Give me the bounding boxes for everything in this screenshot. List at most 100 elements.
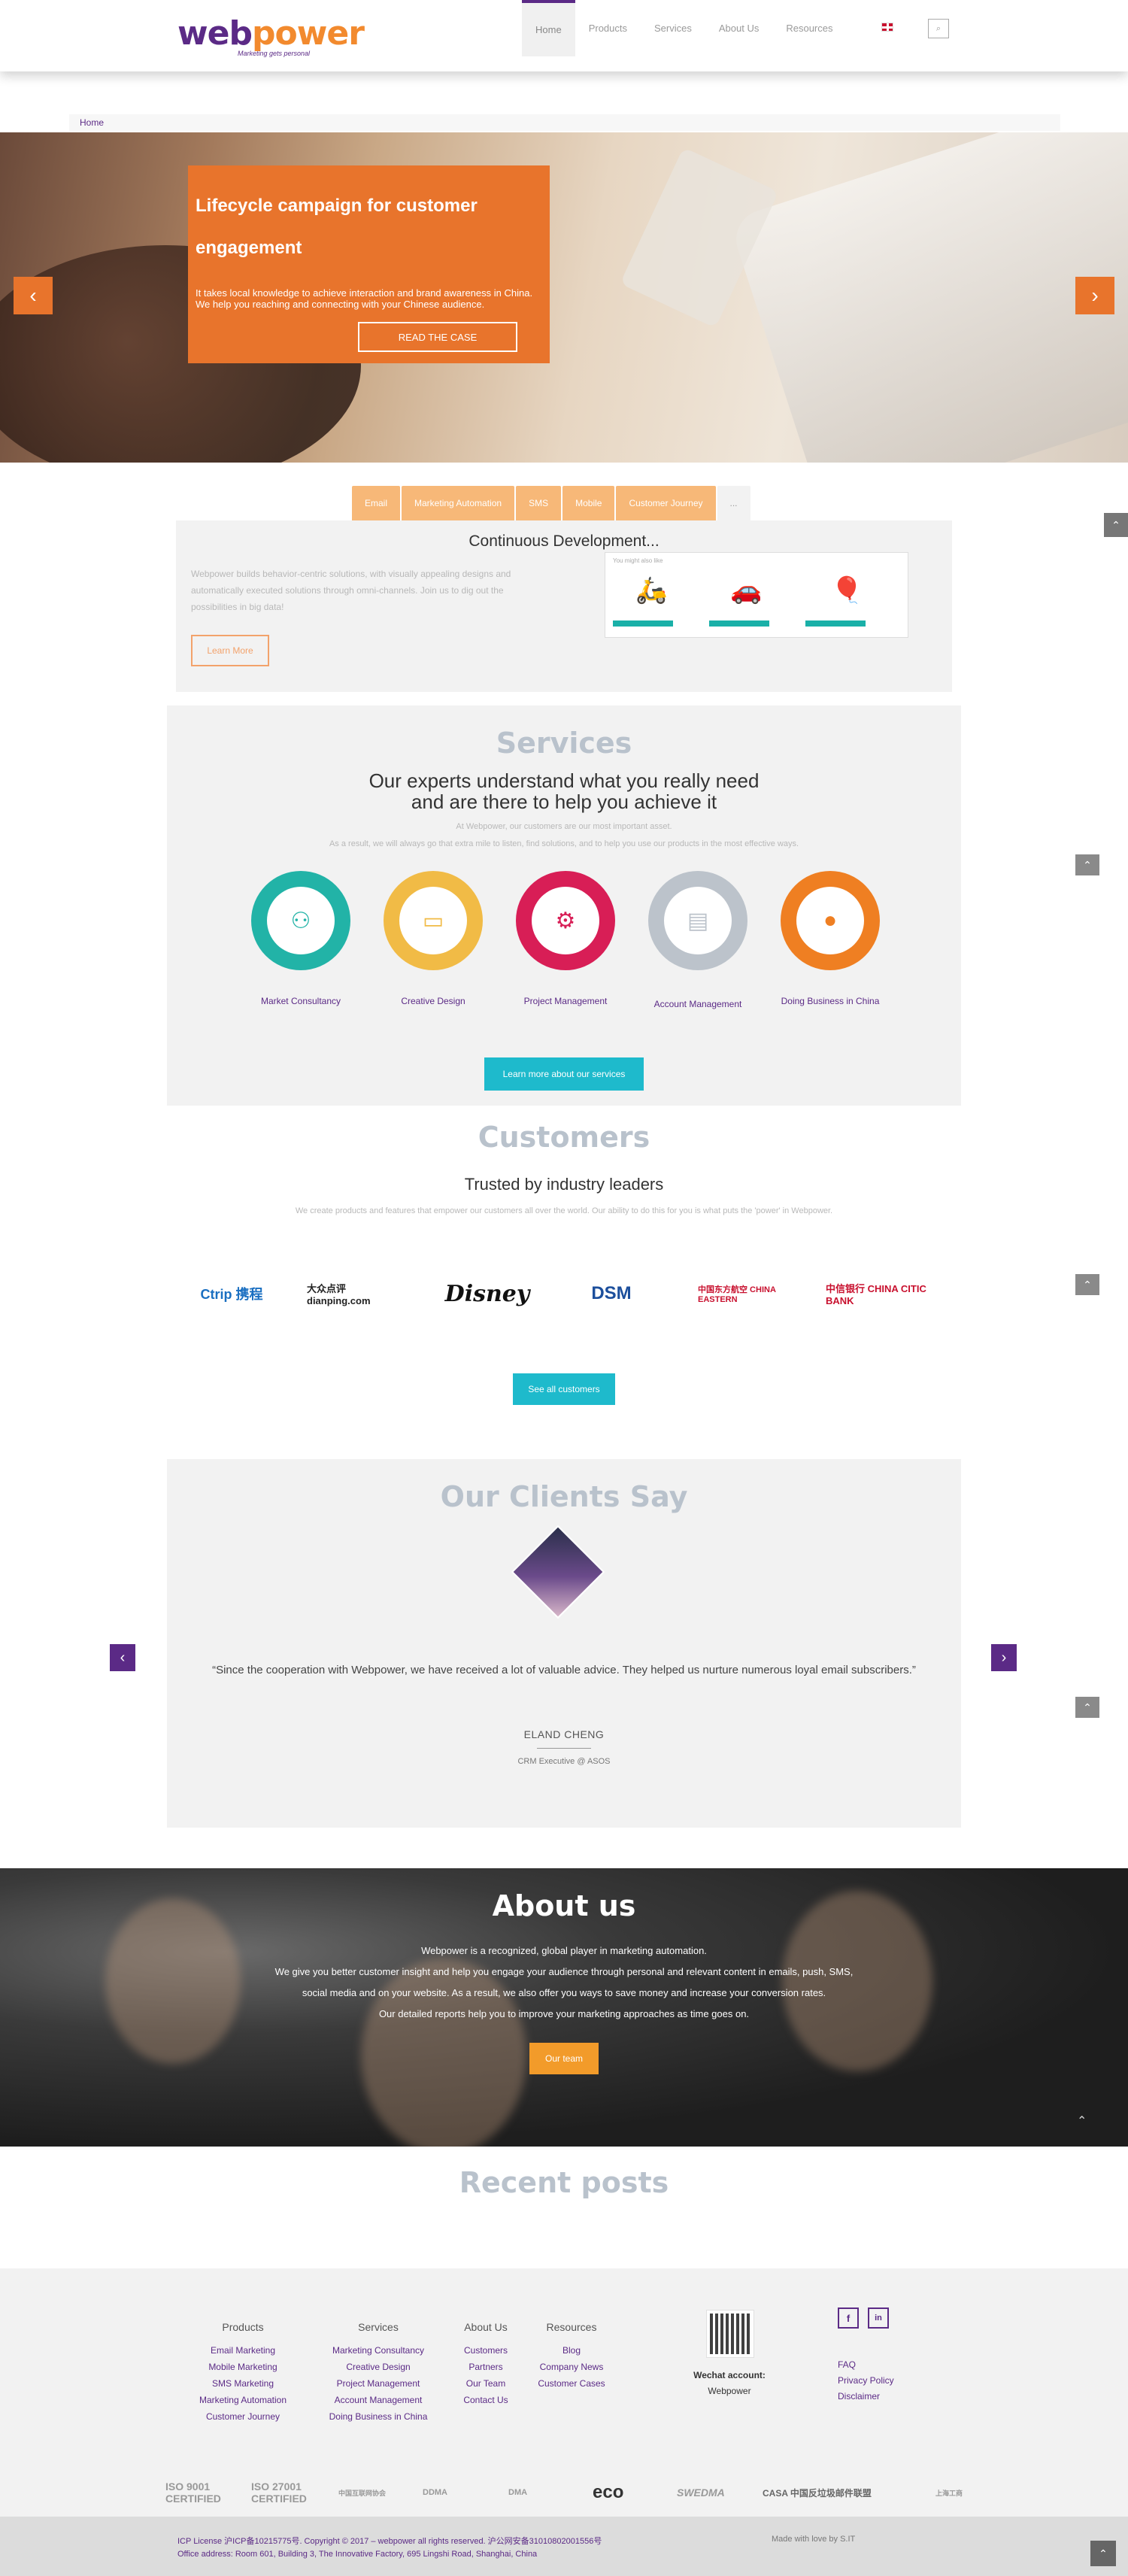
breadcrumb-home[interactable]: Home xyxy=(80,117,104,128)
dsm-logo: DSM xyxy=(591,1283,632,1303)
search-icon[interactable]: ⌕ xyxy=(928,19,949,38)
creative-design-circle[interactable]: ▭ xyxy=(384,871,483,970)
scroll-top-icon[interactable]: ⌃ xyxy=(1074,1695,1101,1719)
uk-flag-icon[interactable] xyxy=(881,23,893,32)
nav-products[interactable]: Products xyxy=(575,0,641,56)
privacy-policy-link[interactable]: Privacy Policy xyxy=(838,2373,894,2389)
testimonial-role: CRM Executive @ ASOS xyxy=(517,1757,611,1766)
footer-link[interactable]: Account Management xyxy=(322,2392,435,2408)
isc-logo: 中国互联网协会 xyxy=(338,2489,387,2497)
footer-extra-links: FAQ Privacy Policy Disclaimer xyxy=(838,2357,894,2405)
hero-text: It takes local knowledge to achieve inte… xyxy=(196,287,533,310)
ddma-logo: DDMA xyxy=(423,2488,447,2497)
hero-next-arrow-icon[interactable]: › xyxy=(1075,277,1114,314)
footer-link[interactable]: Project Management xyxy=(322,2375,435,2392)
wechat-qr-code xyxy=(706,2310,754,2358)
scroll-top-icon[interactable]: ⌃ xyxy=(1104,513,1128,537)
dma-logo: DMA xyxy=(508,2488,528,2497)
footer-col-resources: Resources Blog Company News Customer Cas… xyxy=(534,2321,609,2392)
linkedin-icon[interactable]: in xyxy=(868,2307,889,2329)
main-nav: Home Products Services About Us Resource… xyxy=(522,0,846,56)
doing-business-china-circle[interactable]: ● xyxy=(781,871,880,970)
eco-logo: eco xyxy=(593,2482,624,2502)
made-by-text[interactable]: Made with love by S.IT xyxy=(772,2535,855,2544)
tab-mobile[interactable]: Mobile xyxy=(562,486,615,520)
tab-customer-journey[interactable]: Customer Journey xyxy=(616,486,716,520)
footer-col-products: Products Email Marketing Mobile Marketin… xyxy=(194,2321,292,2425)
footer-link[interactable]: Customer Cases xyxy=(534,2375,609,2392)
footer-link[interactable]: Contact Us xyxy=(456,2392,516,2408)
gear-screen-icon: ⚙ xyxy=(532,887,599,954)
footer-link[interactable]: SMS Marketing xyxy=(194,2375,292,2392)
recent-posts-title: Recent posts xyxy=(459,2166,669,2199)
copyright-bar: ICP License 沪ICP备10215775号. Copyright © … xyxy=(0,2517,1128,2576)
scroll-top-icon[interactable]: ⌃ xyxy=(1090,2541,1116,2566)
service-label[interactable]: Doing Business in China xyxy=(755,996,905,1006)
service-label[interactable]: Account Management xyxy=(623,999,773,1009)
see-all-customers-button[interactable]: See all customers xyxy=(513,1373,615,1405)
nav-about-us[interactable]: About Us xyxy=(705,0,772,56)
our-team-button[interactable]: Our team xyxy=(529,2043,599,2074)
project-management-circle[interactable]: ⚙ xyxy=(516,871,615,970)
faq-link[interactable]: FAQ xyxy=(838,2357,894,2373)
about-line: Our detailed reports help you to improve… xyxy=(378,2008,750,2019)
disney-logo: Disney xyxy=(444,1280,530,1307)
read-case-button[interactable]: READ THE CASE xyxy=(358,322,517,352)
nav-resources[interactable]: Resources xyxy=(772,0,846,56)
footer-link[interactable]: Blog xyxy=(534,2342,609,2359)
car-icon: 🚗 xyxy=(730,576,763,605)
footer-heading: Services xyxy=(358,2321,399,2333)
footer-link[interactable]: Creative Design xyxy=(322,2359,435,2375)
breadcrumb: Home xyxy=(69,114,1060,131)
footer-heading: Resources xyxy=(546,2321,597,2333)
scroll-top-icon[interactable]: ⌃ xyxy=(1074,853,1101,877)
footer-link[interactable]: Partners xyxy=(456,2359,516,2375)
tab-email[interactable]: Email xyxy=(352,486,401,520)
footer-link[interactable]: Marketing Consultancy xyxy=(322,2342,435,2359)
footer-col-about: About Us Customers Partners Our Team Con… xyxy=(456,2321,516,2408)
services-heading-line-2: and are there to help you achieve it xyxy=(411,790,717,813)
learn-services-button[interactable]: Learn more about our services xyxy=(484,1057,644,1091)
scooter-icon: 🛵 xyxy=(635,576,668,605)
footer-link[interactable]: Customers xyxy=(456,2342,516,2359)
testimonial-prev-arrow-icon[interactable]: ‹ xyxy=(110,1644,135,1671)
footer-link[interactable]: Company News xyxy=(534,2359,609,2375)
disclaimer-link[interactable]: Disclaimer xyxy=(838,2389,894,2405)
footer-heading: Products xyxy=(222,2321,264,2333)
service-label[interactable]: Market Consultancy xyxy=(226,996,376,1006)
services-sub-line-1: At Webpower, our customers are our most … xyxy=(456,822,672,831)
customers-subtext: We create products and features that emp… xyxy=(295,1206,833,1215)
mockup-bar xyxy=(805,620,866,627)
tab-more[interactable]: ... xyxy=(717,486,750,520)
about-line: Webpower is a recognized, global player … xyxy=(421,1945,707,1956)
logo-text-power: power xyxy=(252,14,365,53)
nav-home[interactable]: Home xyxy=(522,0,575,56)
footer-link[interactable]: Email Marketing xyxy=(194,2342,292,2359)
design-screen-icon: ▭ xyxy=(399,887,467,954)
hero-prev-arrow-icon[interactable]: ‹ xyxy=(14,277,53,314)
nav-services[interactable]: Services xyxy=(641,0,705,56)
services-section: Services Our experts understand what you… xyxy=(167,705,961,1106)
service-label[interactable]: Creative Design xyxy=(358,996,508,1006)
footer-link[interactable]: Marketing Automation xyxy=(194,2392,292,2408)
chevron-up-icon[interactable]: ⌃ xyxy=(1077,2113,1087,2128)
account-management-circle[interactable]: ▤ xyxy=(648,871,747,970)
tab-marketing-automation[interactable]: Marketing Automation xyxy=(402,486,515,520)
footer-link[interactable]: Customer Journey xyxy=(194,2408,292,2425)
hero-caption-box: Lifecycle campaign for customer engageme… xyxy=(188,165,550,363)
footer-link[interactable]: Our Team xyxy=(456,2375,516,2392)
id-card-icon: ▤ xyxy=(664,887,732,954)
service-label[interactable]: Project Management xyxy=(490,996,641,1006)
tab-sms[interactable]: SMS xyxy=(516,486,562,520)
testimonial-next-arrow-icon[interactable]: › xyxy=(991,1644,1017,1671)
footer-link[interactable]: Mobile Marketing xyxy=(194,2359,292,2375)
market-consultancy-circle[interactable]: ⚇ xyxy=(251,871,350,970)
learn-more-button[interactable]: Learn More xyxy=(191,635,269,666)
wechat-info: Wechat account: Webpower xyxy=(677,2368,782,2399)
scroll-top-icon[interactable]: ⌃ xyxy=(1074,1273,1101,1297)
logo-text-web: web xyxy=(177,14,253,53)
mockup-bar xyxy=(613,620,673,627)
footer-link[interactable]: Doing Business in China xyxy=(322,2408,435,2425)
facebook-icon[interactable]: f xyxy=(838,2307,859,2329)
webpower-logo[interactable]: webpower Marketing gets personal xyxy=(177,14,365,58)
